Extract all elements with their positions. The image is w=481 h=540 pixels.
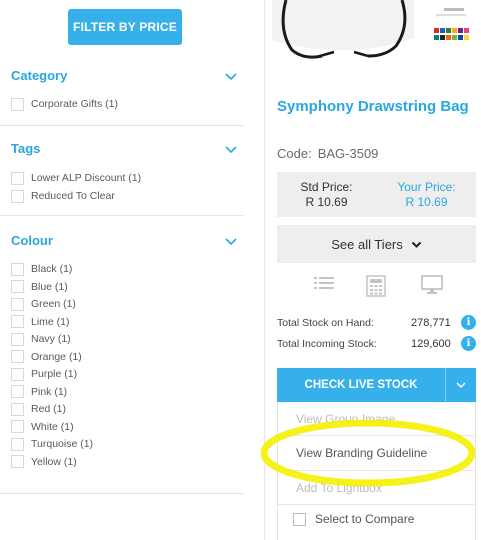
checkbox[interactable] (11, 315, 24, 328)
info-icon[interactable]: i (461, 315, 476, 330)
product-code: Code: BAG-3509 (277, 146, 378, 161)
filter-option-orange[interactable]: Orange (1) (11, 349, 82, 365)
filter-option-lime[interactable]: Lime (1) (11, 314, 70, 330)
checkbox[interactable] (11, 402, 24, 416)
filter-by-price-button[interactable]: FILTER BY PRICE (68, 9, 182, 45)
divider (0, 493, 243, 494)
filter-option-yellow[interactable]: Yellow (1) (11, 454, 77, 470)
filter-option-green[interactable]: Green (1) (11, 296, 76, 312)
your-price-value: R 10.69 (405, 195, 448, 209)
list-icon[interactable] (314, 275, 334, 298)
stock-on-hand-row: Total Stock on Hand: 278,771 i (277, 315, 476, 333)
your-price: Your Price: R 10.69 (377, 180, 476, 210)
checkbox[interactable] (11, 385, 24, 398)
colour-heading[interactable]: Colour (11, 233, 53, 248)
code-value: BAG-3509 (317, 146, 379, 161)
chevron-down-icon[interactable] (225, 238, 237, 246)
check-live-stock-button: CHECK LIVE STOCK (277, 368, 476, 402)
chevron-down-icon[interactable] (225, 146, 237, 154)
product-image[interactable] (264, 0, 474, 68)
checkbox[interactable] (11, 189, 24, 203)
info-icon[interactable]: i (461, 336, 476, 351)
select-to-compare[interactable]: Select to Compare (293, 512, 414, 526)
product-actions-row (277, 275, 476, 299)
incoming-stock-value: 129,600 (411, 338, 451, 350)
checkbox[interactable] (11, 262, 24, 276)
code-label: Code: (277, 146, 312, 161)
std-price-label: Std Price: (300, 180, 353, 194)
chevron-down-icon[interactable] (446, 368, 476, 402)
checkbox[interactable] (11, 171, 24, 185)
checkbox[interactable] (11, 280, 24, 293)
filter-option-black[interactable]: Black (1) (11, 261, 72, 277)
filter-option-red[interactable]: Red (1) (11, 401, 66, 417)
checkbox[interactable] (11, 332, 24, 346)
check-live-stock-label[interactable]: CHECK LIVE STOCK (277, 368, 445, 402)
incoming-stock-row: Total Incoming Stock: 129,600 i (277, 336, 476, 354)
divider (278, 504, 475, 505)
filter-option-turquoise[interactable]: Turquoise (1) (11, 436, 93, 452)
filter-option-pink[interactable]: Pink (1) (11, 384, 67, 400)
chevron-down-icon (411, 237, 422, 252)
filter-option-navy[interactable]: Navy (1) (11, 331, 71, 347)
divider (0, 125, 243, 126)
stock-on-hand-label: Total Stock on Hand: (277, 317, 374, 329)
tags-heading[interactable]: Tags (11, 141, 40, 156)
price-box: Std Price: R 10.69 Your Price: R 10.69 (277, 172, 476, 217)
filter-option-white[interactable]: White (1) (11, 419, 74, 435)
stock-on-hand-value: 278,771 (411, 317, 451, 329)
view-group-image-link[interactable]: View Group Image (296, 412, 395, 426)
checkbox[interactable] (11, 455, 24, 468)
product-card: Symphony Drawstring Bag Code: BAG-3509 St… (264, 0, 481, 540)
checkbox[interactable] (11, 420, 24, 433)
filter-option-purple[interactable]: Purple (1) (11, 366, 77, 382)
checkbox[interactable] (11, 350, 24, 363)
category-heading[interactable]: Category (11, 68, 67, 83)
compare-checkbox[interactable] (293, 512, 306, 526)
filter-option-reduced-to-clear[interactable]: Reduced To Clear (11, 188, 115, 204)
see-all-tiers-button[interactable]: See all Tiers (277, 225, 476, 263)
divider (278, 470, 475, 471)
checkbox[interactable] (11, 437, 24, 451)
select-to-compare-label: Select to Compare (315, 512, 415, 526)
checkbox[interactable] (11, 97, 24, 111)
chevron-down-icon[interactable] (225, 73, 237, 81)
std-price: Std Price: R 10.69 (277, 180, 376, 210)
filter-option-lower-alp-discount[interactable]: Lower ALP Discount (1) (11, 170, 141, 186)
add-to-lightbox-link[interactable]: Add To Lightbox (296, 481, 382, 495)
filter-option-corporate-gifts[interactable]: Corporate Gifts (1) (11, 96, 118, 112)
filter-option-blue[interactable]: Blue (1) (11, 279, 68, 295)
product-options-menu: View Group Image View Branding Guideline… (277, 402, 476, 540)
std-price-value: R 10.69 (305, 195, 348, 209)
divider (278, 435, 475, 436)
product-title[interactable]: Symphony Drawstring Bag (277, 98, 469, 115)
calculator-icon[interactable] (366, 275, 386, 302)
incoming-stock-label: Total Incoming Stock: (277, 338, 377, 350)
monitor-icon[interactable] (421, 275, 443, 300)
filter-sidebar: FILTER BY PRICE Category Corporate Gifts… (0, 0, 243, 540)
checkbox[interactable] (11, 297, 24, 311)
checkbox[interactable] (11, 367, 24, 381)
see-all-tiers-label: See all Tiers (331, 236, 403, 252)
view-branding-guideline-link[interactable]: View Branding Guideline (296, 446, 427, 460)
divider (0, 215, 243, 216)
your-price-label: Your Price: (397, 180, 456, 194)
